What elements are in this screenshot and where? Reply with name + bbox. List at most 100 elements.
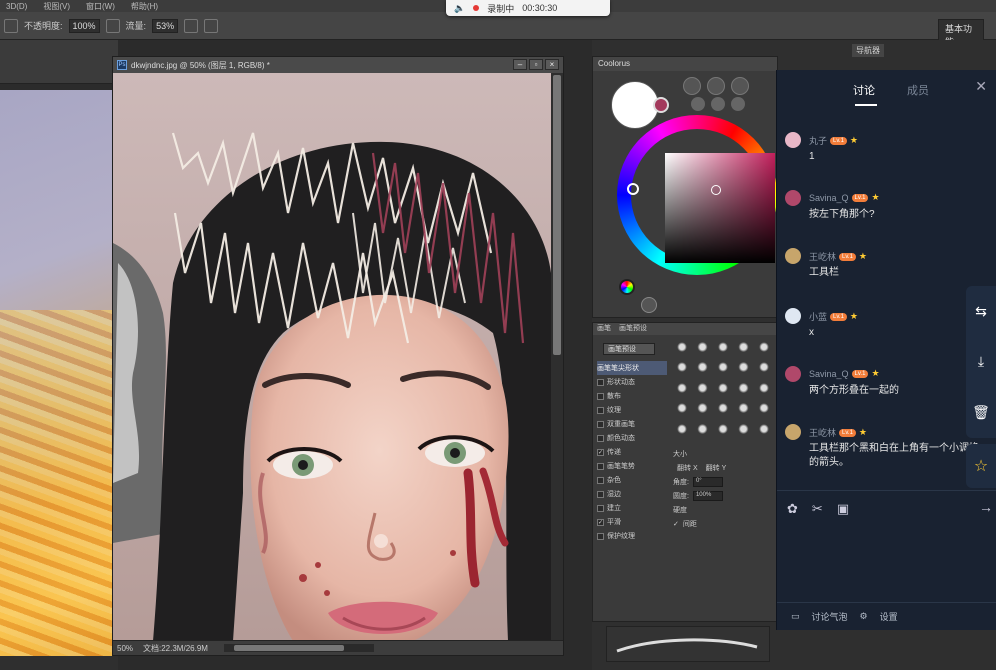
message-author[interactable]: 丸子 — [809, 134, 827, 147]
painting-canvas[interactable] — [113, 73, 551, 641]
sv-picker-marker[interactable] — [711, 185, 721, 195]
roundness-field[interactable]: 100% — [692, 491, 723, 501]
mode-button-3[interactable] — [731, 77, 749, 95]
tab-discussion[interactable]: 讨论 — [853, 82, 875, 98]
airbrush-icon[interactable] — [184, 18, 199, 33]
message-author[interactable]: 王屹林 — [809, 426, 836, 439]
send-arrow-icon[interactable]: → — [979, 499, 993, 515]
option-button-3[interactable] — [731, 97, 745, 111]
brush-option[interactable]: 保护纹理 — [597, 529, 667, 543]
favorite-star-icon[interactable]: ☆ — [966, 444, 996, 488]
brush-presets-button[interactable]: 画笔预设 — [603, 343, 655, 355]
brush-tip[interactable] — [734, 402, 753, 415]
brush-tip[interactable] — [693, 361, 712, 374]
angle-field[interactable]: 0° — [692, 477, 723, 487]
brush-option[interactable]: 纹理 — [597, 403, 667, 417]
avatar[interactable] — [785, 190, 801, 206]
tab-brush-presets[interactable]: 画笔预设 — [619, 323, 647, 335]
brush-tip[interactable] — [734, 361, 753, 374]
brush-option-checkbox[interactable]: ✓ — [597, 448, 604, 456]
trash-icon[interactable]: 🗑 — [972, 404, 990, 421]
brush-tip[interactable] — [673, 361, 692, 374]
settings-icon[interactable]: ⚙ — [860, 611, 868, 622]
menu-item-help[interactable]: 帮助(H) — [131, 1, 158, 12]
pressure-size-icon[interactable] — [204, 18, 219, 33]
brush-tip[interactable] — [693, 341, 712, 353]
avatar[interactable] — [785, 366, 801, 382]
image-icon[interactable]: ▣ — [837, 501, 849, 517]
download-icon[interactable]: ⤓ — [978, 353, 984, 370]
brush-option-checkbox[interactable] — [597, 532, 604, 540]
zoom-level[interactable]: 50% — [117, 644, 133, 653]
brush-option[interactable]: ✓ 平滑 — [597, 515, 667, 529]
brush-option-checkbox[interactable] — [597, 378, 604, 386]
brush-option[interactable]: 散布 — [597, 389, 667, 403]
option-button-2[interactable] — [711, 97, 725, 111]
brush-tip[interactable] — [713, 341, 733, 353]
close-icon[interactable]: ✕ — [975, 78, 987, 95]
minimize-button[interactable]: – — [513, 59, 527, 70]
avatar[interactable] — [785, 248, 801, 264]
flow-field[interactable]: 53% — [152, 18, 179, 33]
pressure-opacity-icon[interactable] — [105, 18, 120, 33]
hue-picker-marker[interactable] — [627, 183, 639, 195]
brush-option-checkbox[interactable] — [597, 406, 604, 414]
speaker-icon[interactable]: 🔈 — [454, 3, 465, 14]
brush-tip[interactable] — [713, 422, 733, 435]
background-color-swatch[interactable] — [653, 97, 669, 113]
brush-tip[interactable] — [734, 381, 753, 394]
brush-tip[interactable] — [754, 422, 773, 435]
brush-tip[interactable] — [673, 402, 692, 415]
discussion-bubble-button[interactable]: 讨论气泡 — [812, 610, 848, 623]
brush-tip[interactable] — [713, 381, 733, 394]
brush-option-checkbox[interactable] — [597, 504, 604, 512]
brush-option[interactable]: 颜色动态 — [597, 431, 667, 445]
brush-option-checkbox[interactable] — [597, 434, 604, 442]
brush-option-checkbox[interactable] — [597, 462, 604, 470]
vertical-scrollbar[interactable] — [551, 73, 563, 641]
navigator-tab[interactable]: 导航器 — [852, 44, 884, 57]
menu-item-window[interactable]: 窗口(W) — [86, 1, 115, 12]
brush-tip[interactable] — [713, 361, 733, 374]
option-button-1[interactable] — [691, 97, 705, 111]
close-button[interactable]: × — [545, 59, 559, 70]
menu-item-view[interactable]: 视图(V) — [43, 1, 70, 12]
tab-members[interactable]: 成员 — [907, 82, 929, 98]
message-author[interactable]: Savina_Q — [809, 193, 849, 203]
brush-option[interactable]: 湿边 — [597, 487, 667, 501]
menu-item-3d[interactable]: 3D(D) — [6, 2, 27, 11]
brush-tip[interactable] — [673, 422, 692, 435]
brush-tip[interactable] — [754, 402, 773, 415]
saturation-value-square[interactable] — [665, 153, 775, 263]
emoji-icon[interactable]: ✿ — [787, 501, 798, 517]
brush-preset-icon[interactable] — [4, 18, 18, 33]
brush-option[interactable]: 双重画笔 — [597, 417, 667, 431]
maximize-button[interactable]: ▫ — [529, 59, 543, 70]
opacity-field[interactable]: 100% — [68, 18, 100, 33]
brush-tip[interactable] — [713, 402, 733, 415]
brush-tip[interactable] — [734, 341, 753, 353]
brush-tip[interactable] — [673, 381, 692, 394]
mode-button-1[interactable] — [683, 77, 701, 95]
message-author[interactable]: 王屹林 — [809, 250, 836, 263]
play-icon[interactable] — [641, 297, 657, 313]
brush-tip[interactable] — [734, 422, 753, 435]
message-author[interactable]: Savina_Q — [809, 369, 849, 379]
avatar[interactable] — [785, 308, 801, 324]
brush-option-checkbox[interactable]: ✓ — [597, 518, 604, 526]
avatar[interactable] — [785, 424, 801, 440]
message-author[interactable]: 小蓝 — [809, 310, 827, 323]
spacing-checkbox[interactable]: ✓ — [673, 520, 679, 528]
brush-option-checkbox[interactable] — [597, 476, 604, 484]
brush-option-checkbox[interactable] — [597, 420, 604, 428]
vertical-scroll-thumb[interactable] — [553, 75, 561, 355]
doc-size[interactable]: 文档:22.3M/26.9M — [143, 643, 208, 654]
scissors-icon[interactable]: ✂ — [812, 501, 823, 517]
brush-option[interactable]: 建立 — [597, 501, 667, 515]
tab-brush[interactable]: 画笔 — [597, 323, 611, 335]
color-wheel-icon[interactable] — [619, 279, 635, 295]
foreground-color-swatch[interactable] — [611, 81, 659, 129]
coolorus-tab[interactable]: Coolorus — [593, 57, 777, 71]
brush-tip[interactable] — [754, 341, 773, 353]
brush-tip[interactable] — [693, 422, 712, 435]
